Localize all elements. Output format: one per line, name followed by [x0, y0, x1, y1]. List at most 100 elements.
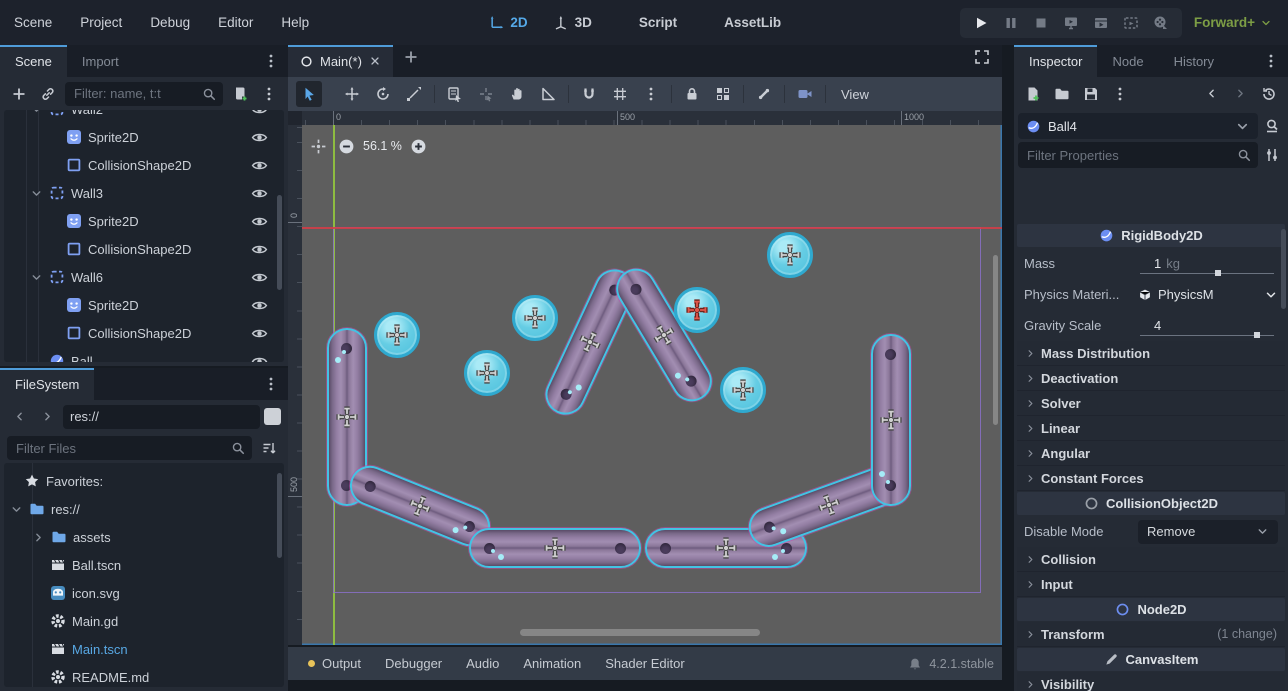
ball-node[interactable] [512, 295, 558, 341]
stop-button[interactable] [1028, 11, 1054, 35]
lock-object-button[interactable] [681, 83, 703, 105]
pan-tool-button[interactable] [506, 83, 528, 105]
file-tree-row[interactable]: Favorites: [4, 467, 284, 495]
inspector-section-transform[interactable]: Transform(1 change) [1017, 622, 1285, 647]
collapse-arrow-icon[interactable] [10, 503, 23, 516]
add-node-button[interactable] [7, 82, 31, 106]
history-back-button[interactable] [1199, 82, 1223, 106]
sort-files-button[interactable] [257, 436, 281, 460]
instance-scene-button[interactable] [36, 82, 60, 106]
inspector-section-angular[interactable]: Angular [1017, 441, 1285, 466]
ball-node[interactable] [720, 367, 766, 413]
move-gizmo[interactable] [878, 407, 904, 433]
file-filter-field[interactable] [7, 436, 252, 460]
move-gizmo[interactable] [522, 305, 548, 331]
move-gizmo[interactable] [403, 489, 437, 523]
center-view-button[interactable] [306, 134, 330, 158]
value-slider[interactable]: 1 kg [1138, 248, 1278, 279]
wall-capsule[interactable] [871, 334, 911, 506]
history-forward-button[interactable] [1228, 82, 1252, 106]
edited-node-selector[interactable]: Ball4 [1018, 113, 1258, 139]
ball-node-selected[interactable] [674, 287, 720, 333]
move-gizmo[interactable] [713, 535, 739, 561]
visibility-toggle-eye-icon[interactable] [251, 129, 268, 146]
zoom-out-button[interactable] [338, 138, 355, 155]
menu-debug[interactable]: Debug [136, 0, 204, 45]
scene-tree-row[interactable]: Sprite2D [4, 291, 284, 319]
inspector-dock-menu-button[interactable] [1254, 45, 1288, 77]
snap-options-button[interactable] [640, 83, 662, 105]
canvas-viewport[interactable]: 05001000 0500 56.1 % [288, 111, 1002, 645]
inspector-section-visibility[interactable]: Visibility [1017, 672, 1285, 691]
group-select-tool-button[interactable] [475, 83, 497, 105]
scale-tool-button[interactable] [403, 83, 425, 105]
scene-tree-row[interactable]: Wall3 [4, 179, 284, 207]
ball-node[interactable] [464, 350, 510, 396]
visibility-toggle-eye-icon[interactable] [251, 353, 268, 363]
wall-capsule[interactable] [469, 528, 641, 568]
camera-override-button[interactable] [794, 83, 816, 105]
move-gizmo[interactable] [542, 535, 568, 561]
move-gizmo[interactable] [334, 404, 360, 430]
canvas-h-scrollbar[interactable] [520, 629, 760, 636]
scene-tab-scene[interactable]: Scene [0, 45, 67, 77]
menu-project[interactable]: Project [66, 0, 136, 45]
skeleton-options-button[interactable] [753, 83, 775, 105]
distraction-free-button[interactable] [970, 45, 994, 69]
file-tree-row[interactable]: icon.svg [4, 579, 284, 607]
resource-menu-button[interactable] [1108, 82, 1132, 106]
pause-button[interactable] [998, 11, 1024, 35]
inspector-section-constant-forces[interactable]: Constant Forces [1017, 466, 1285, 491]
menu-help[interactable]: Help [267, 0, 323, 45]
bottom-tab-animation[interactable]: Animation [511, 656, 593, 671]
renderer-dropdown[interactable]: Forward+ [1188, 15, 1278, 30]
menu-scene[interactable]: Scene [0, 0, 66, 45]
rotate-tool-button[interactable] [372, 83, 394, 105]
view-menu[interactable]: View [835, 87, 875, 102]
inspector-category-node2d[interactable]: Node2D [1017, 598, 1285, 621]
nav-forward-button[interactable] [35, 405, 59, 429]
move-gizmo[interactable] [684, 297, 710, 323]
inspector-section-input[interactable]: Input [1017, 572, 1285, 597]
visibility-toggle-eye-icon[interactable] [251, 241, 268, 258]
group-object-button[interactable] [712, 83, 734, 105]
ruler-tool-button[interactable] [537, 83, 559, 105]
inspector-tab-node[interactable]: Node [1097, 45, 1158, 77]
move-gizmo[interactable] [812, 488, 845, 521]
inspector-tools-button[interactable] [1260, 143, 1284, 167]
grid-snap-button[interactable] [609, 83, 631, 105]
collapse-arrow-icon[interactable] [30, 187, 43, 200]
visibility-toggle-eye-icon[interactable] [251, 269, 268, 286]
expand-arrow-icon[interactable] [32, 531, 45, 544]
scene-tree-row[interactable]: Sprite2D [4, 207, 284, 235]
visibility-toggle-eye-icon[interactable] [251, 213, 268, 230]
move-gizmo[interactable] [646, 317, 682, 353]
bottom-tab-shader-editor[interactable]: Shader Editor [593, 656, 697, 671]
inspector-scrollbar[interactable] [1281, 229, 1286, 309]
move-gizmo[interactable] [730, 377, 756, 403]
scene-tree-row[interactable]: CollisionShape2D [4, 235, 284, 263]
inspector-section-linear[interactable]: Linear [1017, 416, 1285, 441]
value-slider[interactable]: 4 [1138, 310, 1278, 341]
visibility-toggle-eye-icon[interactable] [251, 325, 268, 342]
zoom-percent[interactable]: 56.1 % [363, 139, 402, 153]
scene-tree-row[interactable]: Sprite2D [4, 123, 284, 151]
resource-picker[interactable]: PhysicsM [1138, 287, 1278, 302]
play-button[interactable] [968, 11, 994, 35]
close-icon[interactable] [369, 55, 381, 67]
slider-thumb[interactable] [1215, 270, 1221, 276]
open-docs-button[interactable] [1260, 114, 1284, 138]
file-tree-row[interactable]: README.md [4, 663, 284, 687]
scene-tab-import[interactable]: Import [67, 45, 134, 77]
canvas-content[interactable]: 56.1 % [302, 125, 1002, 645]
visibility-toggle-eye-icon[interactable] [251, 297, 268, 314]
switcher-assetlib[interactable]: AssetLib [703, 15, 781, 30]
property-filter-input[interactable] [1025, 147, 1233, 164]
visibility-toggle-eye-icon[interactable] [251, 157, 268, 174]
smart-snap-button[interactable] [578, 83, 600, 105]
ball-node[interactable] [767, 232, 813, 278]
inspector-section-mass-distribution[interactable]: Mass Distribution [1017, 341, 1285, 366]
file-filter-input[interactable] [14, 440, 227, 457]
remote-button[interactable] [1058, 11, 1084, 35]
collapse-arrow-icon[interactable] [30, 110, 43, 116]
